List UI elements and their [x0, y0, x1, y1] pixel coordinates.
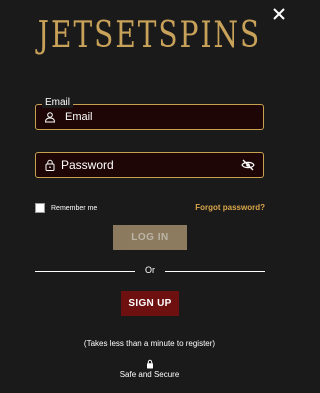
- email-input[interactable]: [65, 105, 255, 129]
- or-divider: Or: [35, 265, 265, 277]
- remember-label: Remember me: [51, 204, 98, 212]
- brand-logo: JETSETSPINS: [0, 13, 299, 56]
- eye-slash-icon[interactable]: [241, 159, 255, 171]
- login-button[interactable]: LOG IN: [113, 225, 187, 250]
- secure-lock-icon: [146, 359, 153, 369]
- signup-button[interactable]: SIGN UP: [121, 291, 179, 316]
- register-note: (Takes less than a minute to register): [83, 339, 216, 348]
- password-field[interactable]: [35, 152, 264, 178]
- secure-label: Safe and Secure: [119, 370, 180, 379]
- logo-text: JETSETSPINS: [37, 13, 262, 56]
- password-input[interactable]: [61, 153, 251, 177]
- login-modal: JETSETSPINS Email Remember me Forgot pas…: [0, 0, 299, 393]
- divider-text: Or: [145, 265, 155, 275]
- remember-checkbox[interactable]: [35, 203, 45, 213]
- lock-icon: [45, 159, 55, 171]
- divider-line-right: [165, 271, 265, 272]
- forgot-password-link[interactable]: Forgot password?: [195, 203, 265, 212]
- secure-notice: Safe and Secure: [0, 359, 299, 379]
- remember-me[interactable]: Remember me: [35, 203, 97, 213]
- email-field[interactable]: Email: [35, 97, 264, 130]
- user-icon: [44, 112, 56, 123]
